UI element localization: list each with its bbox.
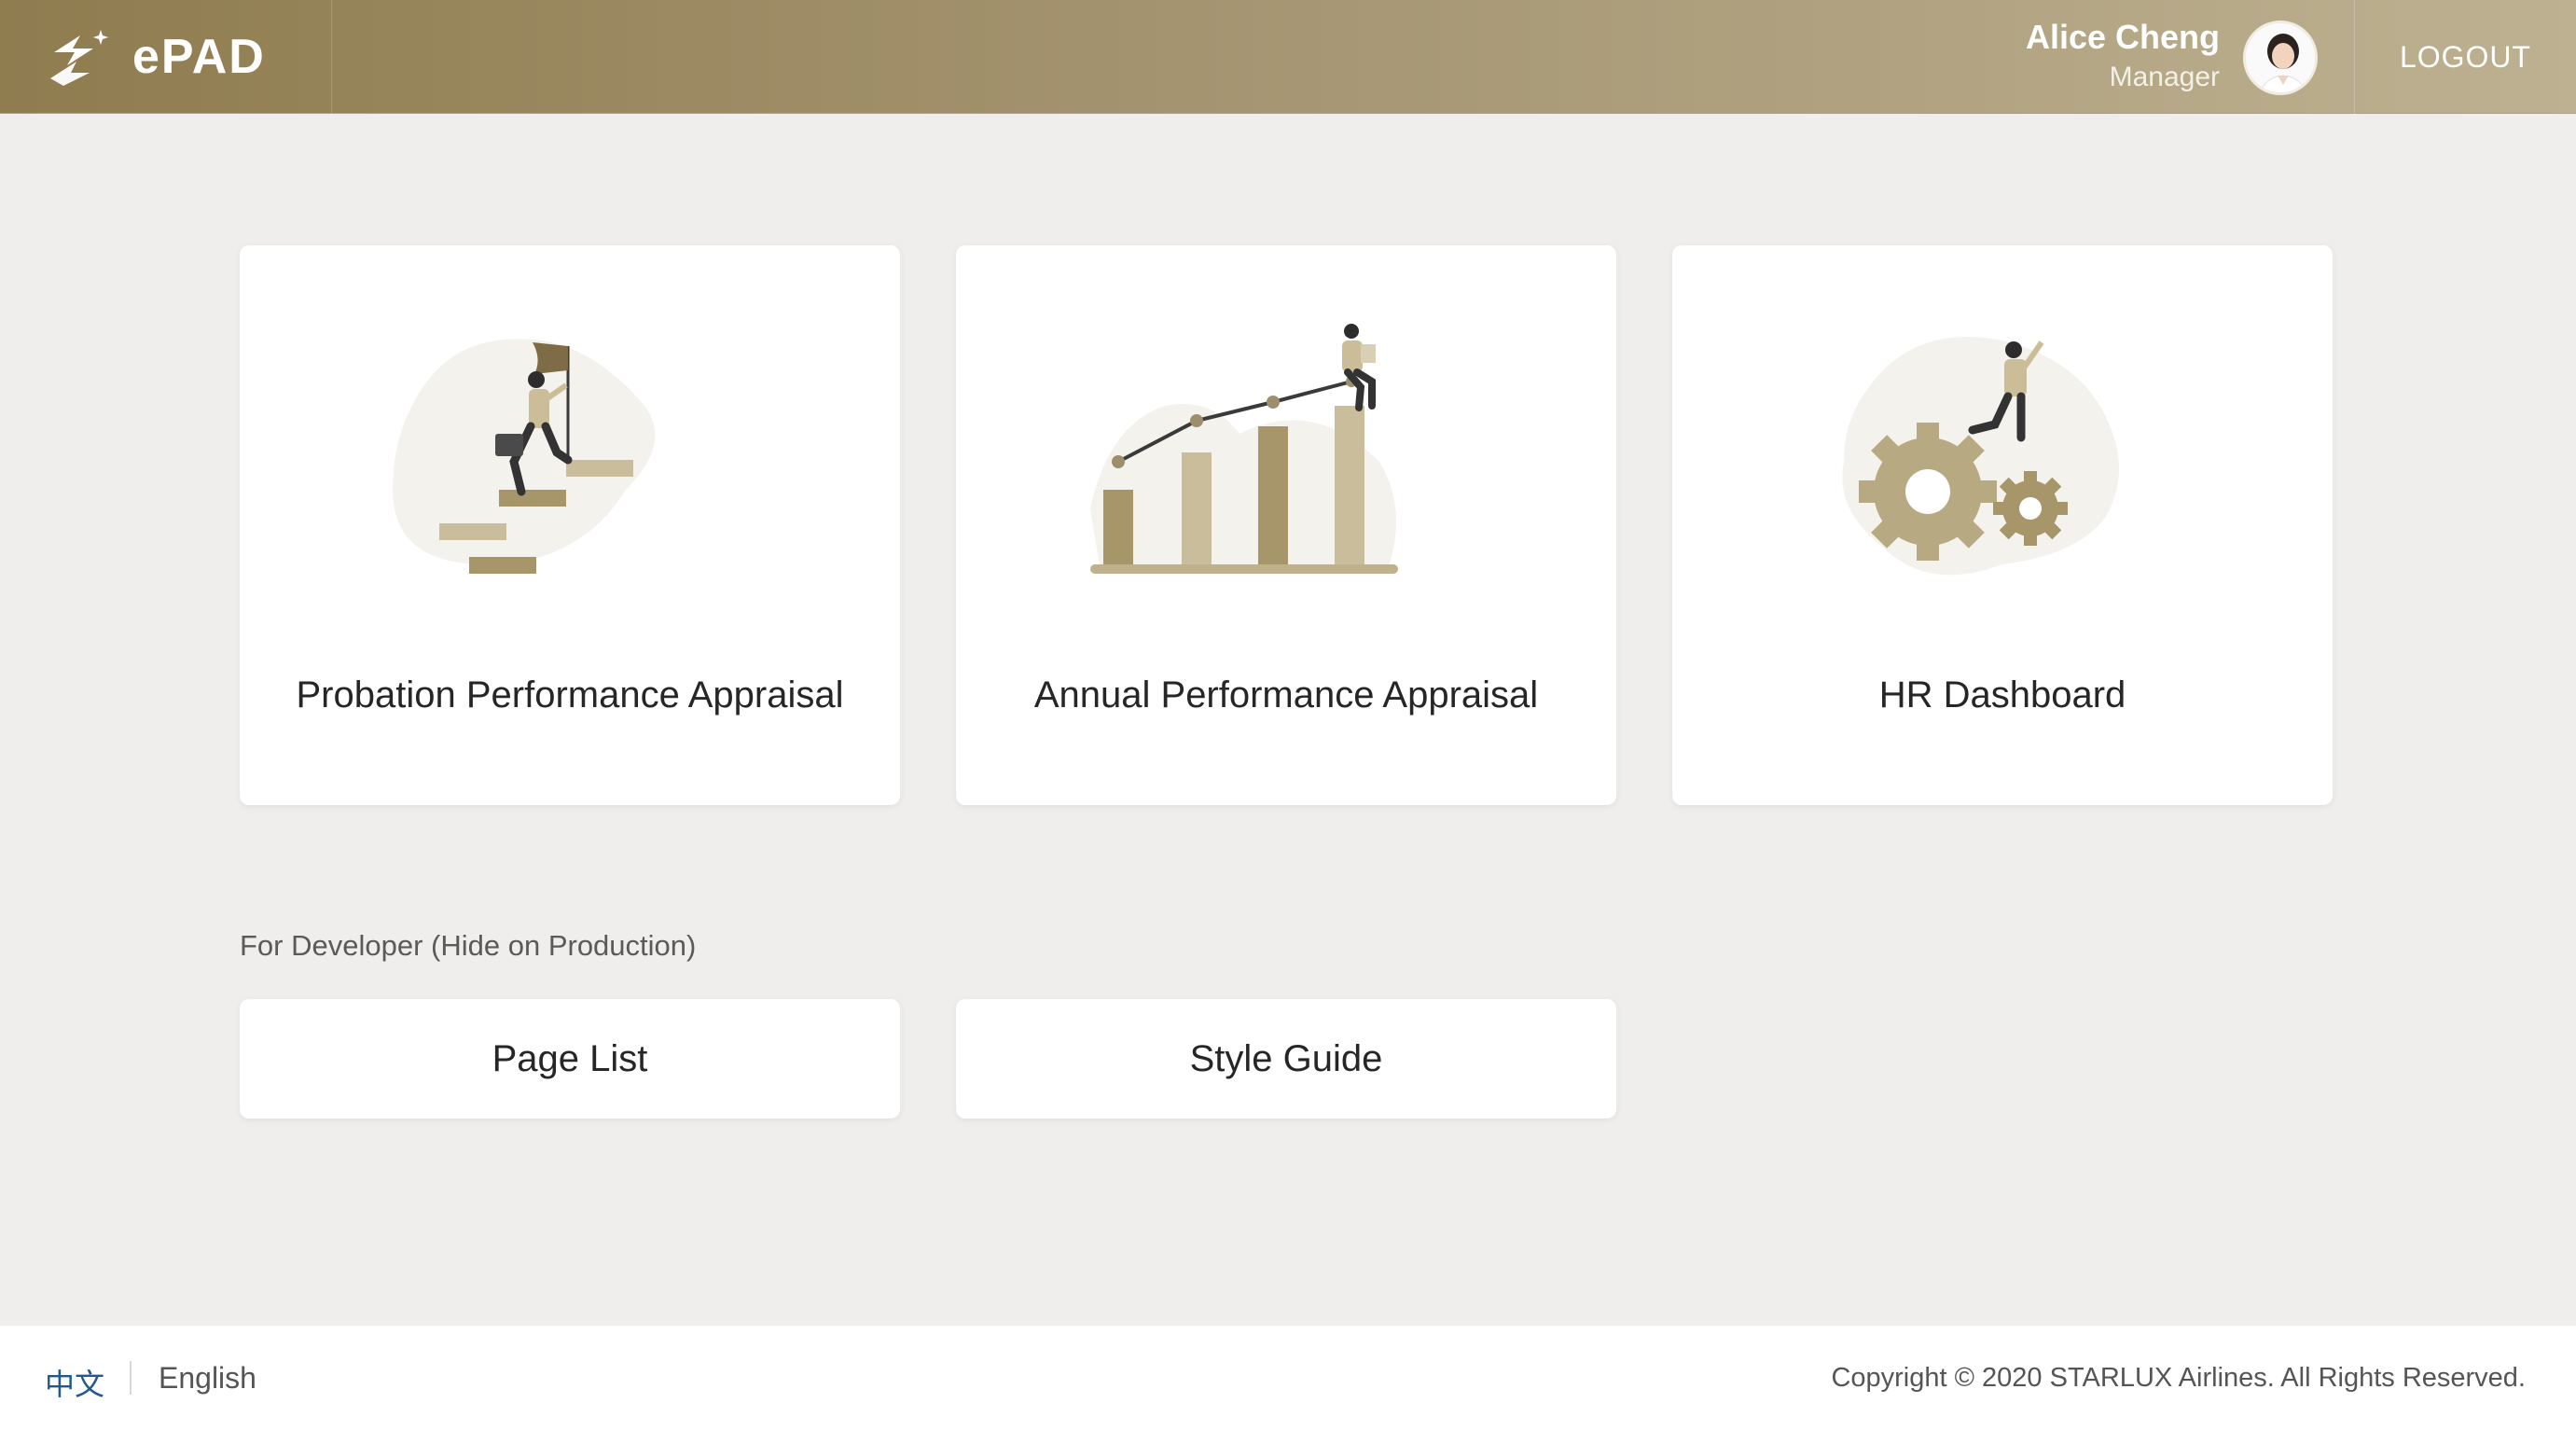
- developer-section-label: For Developer (Hide on Production): [240, 929, 697, 962]
- gears-illustration-icon: [1842, 337, 2119, 576]
- user-info: Alice Cheng Manager: [2026, 17, 2220, 97]
- footer: 中文 English Copyright © 2020 STARLUX Airl…: [0, 1326, 2576, 1431]
- page-list-button[interactable]: Page List: [240, 999, 900, 1118]
- app-name: ePAD: [132, 30, 266, 84]
- user-name: Alice Cheng: [2025, 18, 2220, 56]
- language-chinese-link[interactable]: 中文: [45, 1361, 104, 1404]
- avatar[interactable]: [2243, 21, 2318, 95]
- language-divider: [130, 1361, 132, 1395]
- starlux-logo-icon: [50, 30, 108, 86]
- style-guide-button[interactable]: Style Guide: [956, 999, 1616, 1118]
- logo[interactable]: ePAD: [0, 0, 332, 114]
- climbing-stairs-illustration-icon: [393, 339, 656, 574]
- card-title: Annual Performance Appraisal: [1033, 674, 1539, 716]
- card-annual-appraisal[interactable]: Annual Performance Appraisal: [956, 245, 1616, 805]
- user-role: Manager: [2109, 62, 2220, 92]
- logout-button[interactable]: LOGOUT: [2354, 0, 2576, 114]
- card-hr-dashboard[interactable]: HR Dashboard: [1672, 245, 2333, 805]
- card-title: Probation Performance Appraisal: [296, 674, 844, 716]
- user-avatar-icon: [2246, 23, 2315, 92]
- language-english-link[interactable]: English: [159, 1361, 256, 1396]
- card-title: HR Dashboard: [1878, 674, 2126, 716]
- card-probation-appraisal[interactable]: Probation Performance Appraisal: [240, 245, 900, 805]
- top-header: ePAD Alice Cheng Manager LOGOUT: [0, 0, 2576, 114]
- copyright-text: Copyright © 2020 STARLUX Airlines. All R…: [1831, 1363, 2526, 1393]
- bar-chart-illustration-icon: [1090, 324, 1398, 574]
